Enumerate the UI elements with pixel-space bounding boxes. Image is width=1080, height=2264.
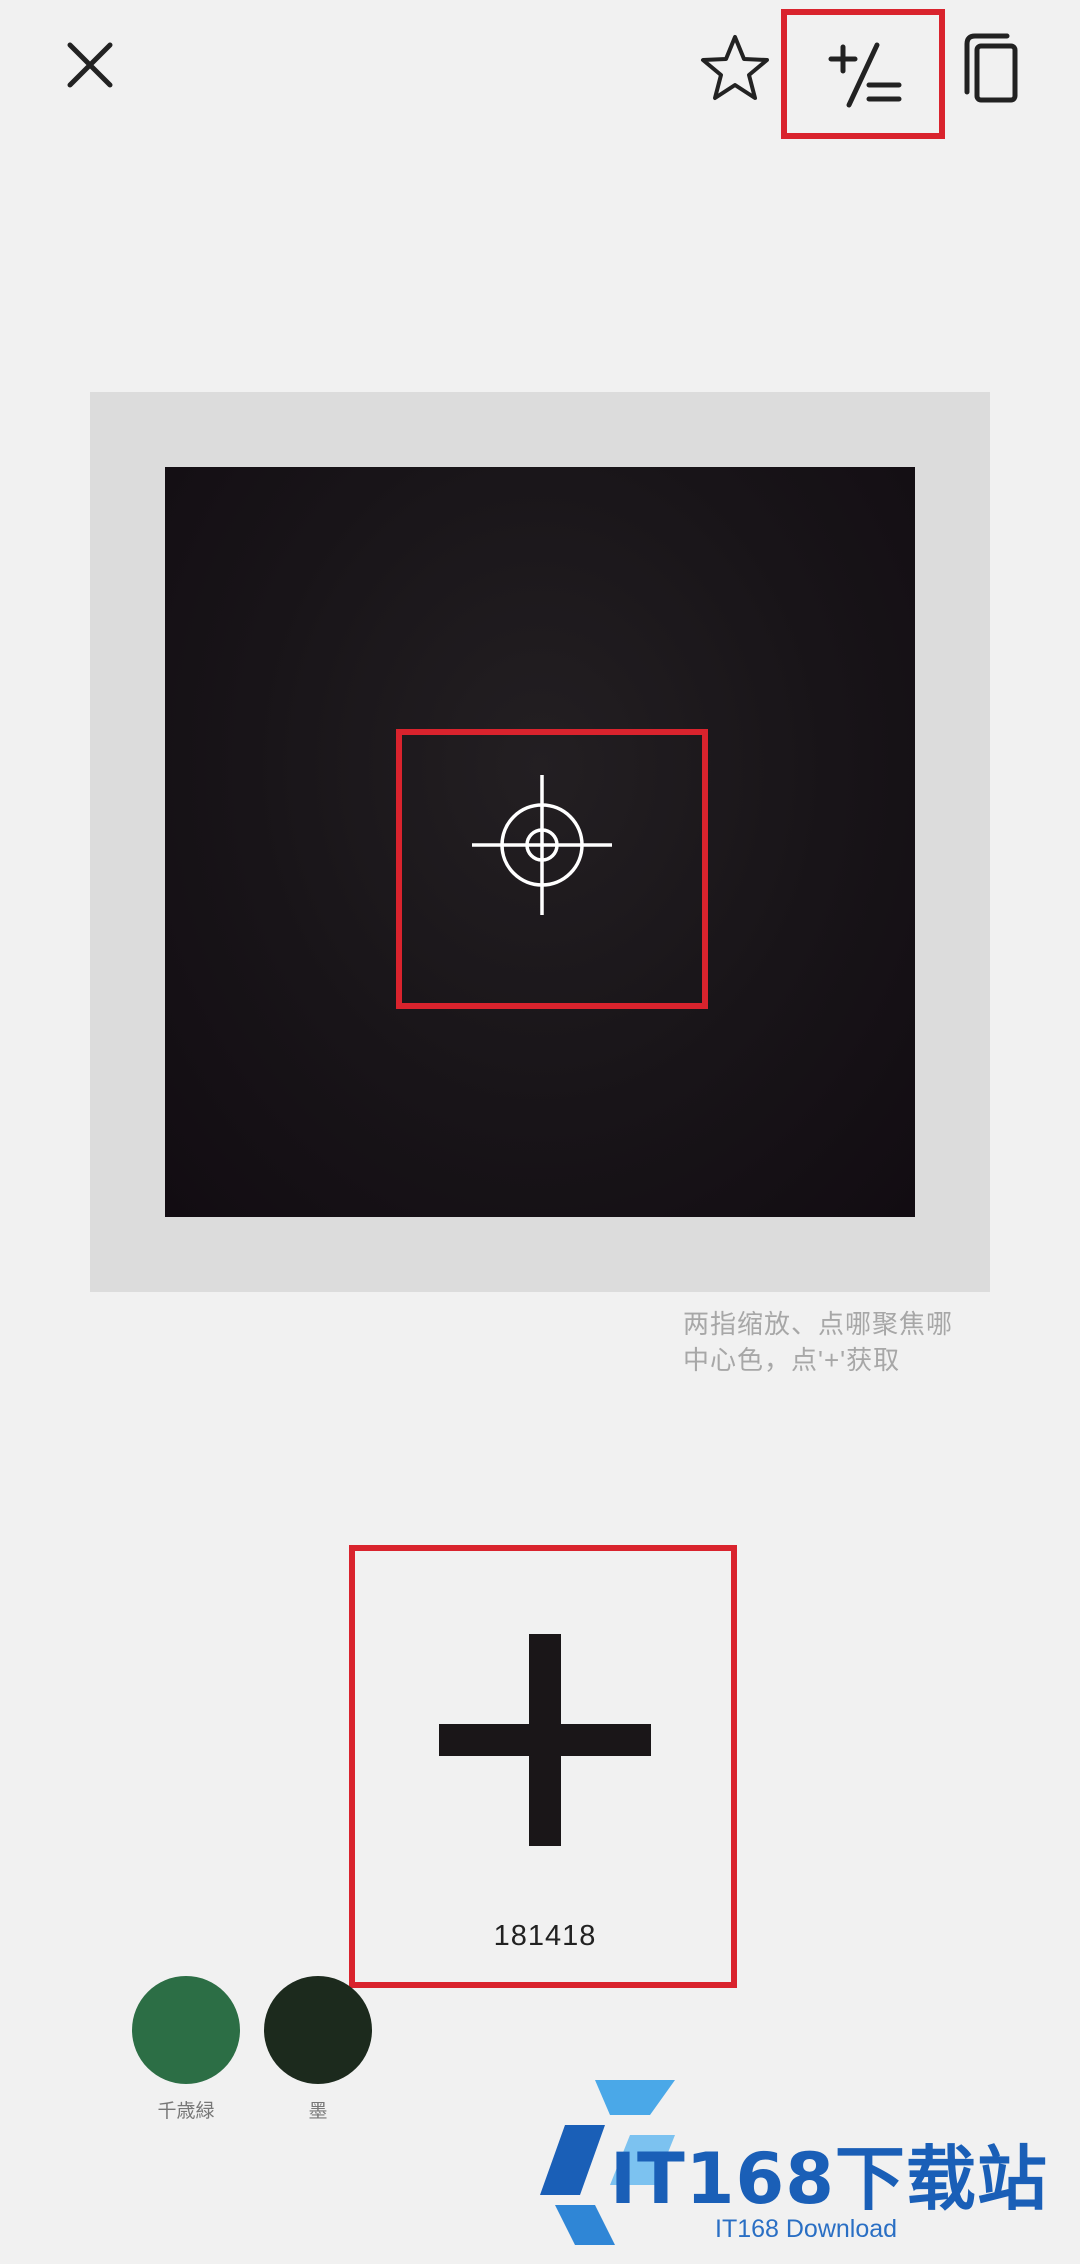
add-to-list-button[interactable] <box>790 18 940 133</box>
favorite-button[interactable] <box>695 25 775 110</box>
star-outline-icon <box>701 34 769 100</box>
copy-icon <box>964 33 1018 102</box>
close-button[interactable] <box>50 25 130 105</box>
crosshair-icon <box>472 775 612 915</box>
color-name: 千歳緑 <box>157 2101 215 2122</box>
hex-value: 181418 <box>493 1920 597 1952</box>
close-icon <box>67 42 113 88</box>
color-swatch <box>132 1976 240 2084</box>
plus-list-icon <box>828 42 902 107</box>
color-name: 墨 <box>308 2101 328 2122</box>
watermark-subtitle: IT168 Download <box>715 2215 898 2243</box>
add-color-button[interactable]: 181418 <box>355 1550 735 1980</box>
crosshair <box>470 773 614 917</box>
plus-icon <box>439 1634 651 1846</box>
saved-color-item[interactable]: 千歳緑 <box>116 1976 256 2123</box>
watermark: IT168下载站 IT168 Download <box>535 2065 1075 2255</box>
usage-hint: 两指缩放、点哪聚焦哪 中心色，点'+'获取 <box>683 1309 954 1375</box>
copy-button[interactable] <box>950 25 1030 110</box>
saved-color-item[interactable]: 墨 <box>248 1976 388 2123</box>
watermark-title: IT168下载站 <box>610 2138 1048 2220</box>
color-swatch <box>264 1976 372 2084</box>
